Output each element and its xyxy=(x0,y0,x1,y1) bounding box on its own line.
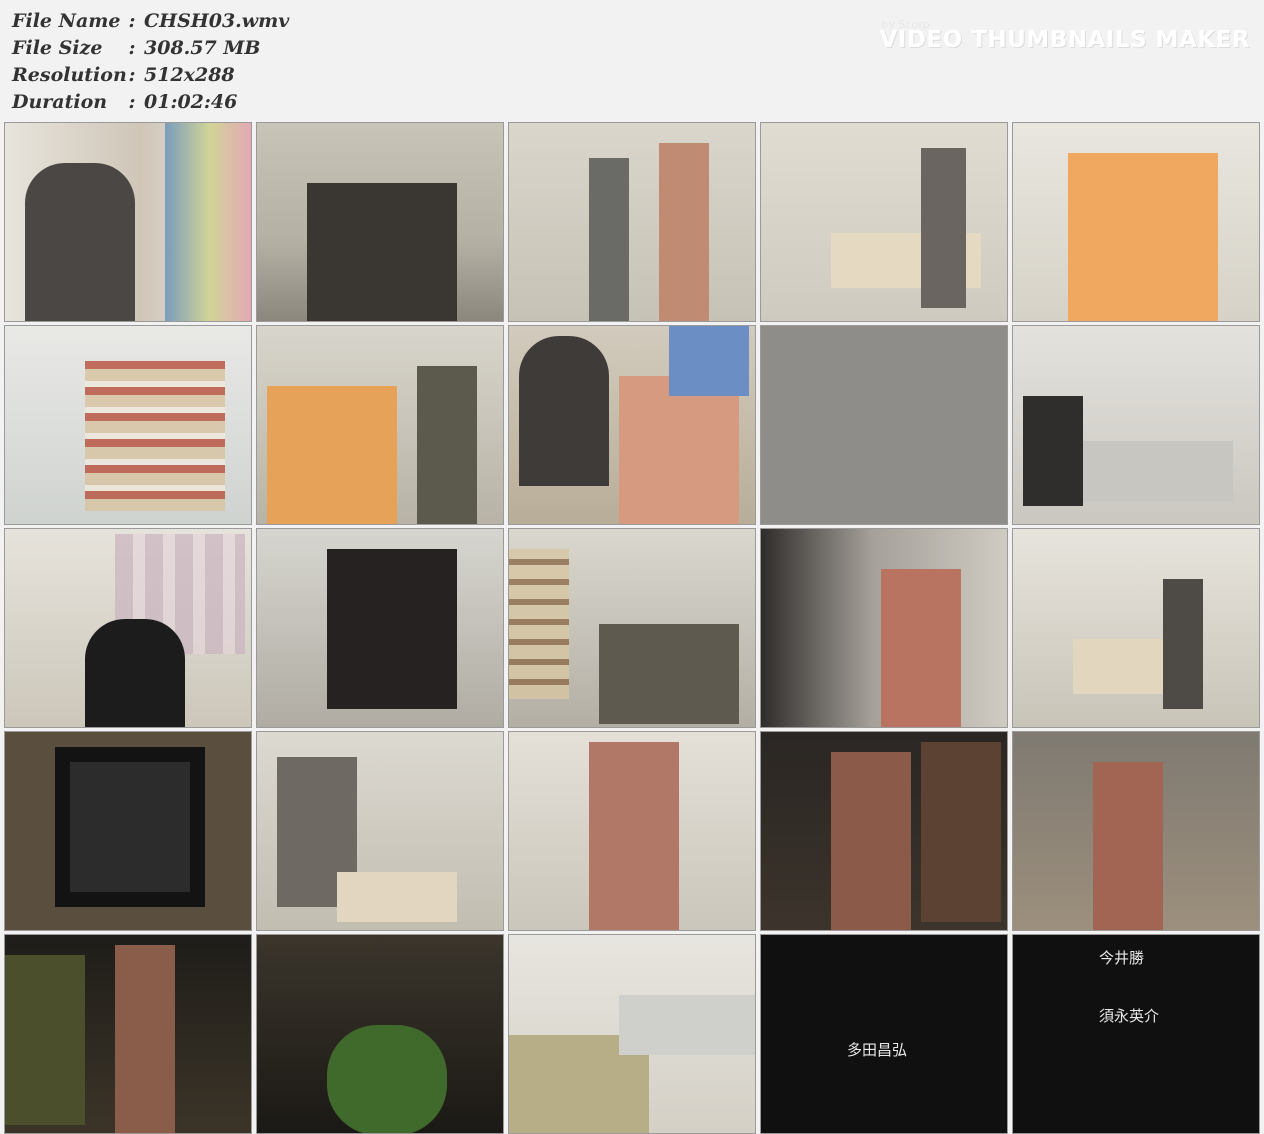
file-size-label: File Size xyxy=(12,37,103,59)
screen-block xyxy=(70,762,190,892)
resolution-row: Resolution : 512x288 xyxy=(12,62,289,89)
thumbnail-frame xyxy=(509,123,755,321)
separator: : xyxy=(128,37,136,59)
desk-block xyxy=(337,872,457,922)
figure-block xyxy=(1023,396,1083,506)
thumbnail[interactable] xyxy=(508,731,756,931)
thumbnail[interactable] xyxy=(1012,325,1260,525)
thumbnail-frame xyxy=(761,123,1007,321)
thumbnail[interactable] xyxy=(4,122,252,322)
figure-block xyxy=(25,163,135,321)
figure-block xyxy=(831,752,911,930)
watermark-title: VIDEO THUMBNAILS MAKER xyxy=(879,27,1250,53)
figure-block xyxy=(1068,153,1218,321)
thumbnail[interactable] xyxy=(1012,731,1260,931)
shelf-block xyxy=(165,123,251,321)
thumbnail[interactable] xyxy=(1012,528,1260,728)
figure-block xyxy=(599,624,739,724)
figure-block xyxy=(921,148,966,308)
desk-block xyxy=(1073,441,1233,501)
shelf-block xyxy=(85,361,225,511)
figure-block xyxy=(659,143,709,321)
shelf-block xyxy=(509,549,569,699)
file-name-label: File Name xyxy=(12,10,121,32)
thumbnail[interactable] xyxy=(1012,122,1260,322)
file-name-row: File Name : CHSH03.wmv xyxy=(12,8,289,35)
thumbnail[interactable] xyxy=(256,528,504,728)
thumbnail[interactable]: 今井勝 須永英介 xyxy=(1012,934,1260,1134)
figure-block xyxy=(1163,579,1203,709)
creature-block xyxy=(5,955,85,1125)
thumbnail[interactable] xyxy=(508,934,756,1134)
thumbnail[interactable] xyxy=(760,528,1008,728)
duration-value: 01:02:46 xyxy=(144,91,238,113)
thumbnail[interactable] xyxy=(760,325,1008,525)
credit-text: 多田昌弘 xyxy=(847,1041,908,1059)
separator: : xyxy=(128,10,136,32)
separator: : xyxy=(128,91,136,113)
thumbnail[interactable] xyxy=(508,325,756,525)
duration-row: Duration : 01:02:46 xyxy=(12,89,289,116)
figure-block xyxy=(619,376,739,524)
thumbnail[interactable] xyxy=(4,325,252,525)
figure-block xyxy=(307,183,457,321)
credit-text: 今井勝 xyxy=(1099,949,1145,967)
thumbnail-frame xyxy=(761,935,1007,1133)
figure-block xyxy=(589,158,629,321)
thumbnail[interactable] xyxy=(508,528,756,728)
thumbnail[interactable] xyxy=(508,122,756,322)
thumbnail[interactable] xyxy=(4,731,252,931)
figure-block xyxy=(115,945,175,1133)
duration-label: Duration xyxy=(12,91,108,113)
separator: : xyxy=(128,64,136,86)
figure-block xyxy=(881,569,961,727)
thumbnail[interactable] xyxy=(760,731,1008,931)
folder-block xyxy=(669,326,749,396)
file-info: File Name : CHSH03.wmv File Size : 308.5… xyxy=(12,8,289,116)
figure-block xyxy=(1093,762,1163,930)
thumbnail[interactable] xyxy=(4,528,252,728)
thumbnail[interactable] xyxy=(256,731,504,931)
resolution-label: Resolution xyxy=(12,64,127,86)
file-size-value: 308.57 MB xyxy=(144,37,261,59)
figure-block xyxy=(327,549,457,709)
thumbnail[interactable] xyxy=(760,122,1008,322)
thumbnail-grid: 多田昌弘 今井勝 須永英介 xyxy=(4,122,1260,1134)
figure-block xyxy=(267,386,397,524)
thumbnail[interactable] xyxy=(256,122,504,322)
credit-text: 須永英介 xyxy=(1099,1007,1160,1025)
figure-block xyxy=(417,366,477,524)
creature-block xyxy=(327,1025,447,1133)
thumbnail[interactable]: 多田昌弘 xyxy=(760,934,1008,1134)
thumbnail[interactable] xyxy=(256,934,504,1134)
figure-block xyxy=(85,619,185,727)
file-size-row: File Size : 308.57 MB xyxy=(12,35,289,62)
figure-block xyxy=(589,742,679,930)
figure-block xyxy=(519,336,609,486)
creature-block xyxy=(921,742,1001,922)
thumbnail[interactable] xyxy=(256,325,504,525)
file-name-value: CHSH03.wmv xyxy=(144,10,290,32)
thumbnail[interactable] xyxy=(4,934,252,1134)
desk-block xyxy=(619,995,755,1055)
watermark: by Scorp VIDEO THUMBNAILS MAKER xyxy=(879,18,1250,53)
thumbnail-frame xyxy=(1013,529,1259,727)
resolution-value: 512x288 xyxy=(144,64,235,86)
thumbnail-frame xyxy=(761,326,1007,524)
